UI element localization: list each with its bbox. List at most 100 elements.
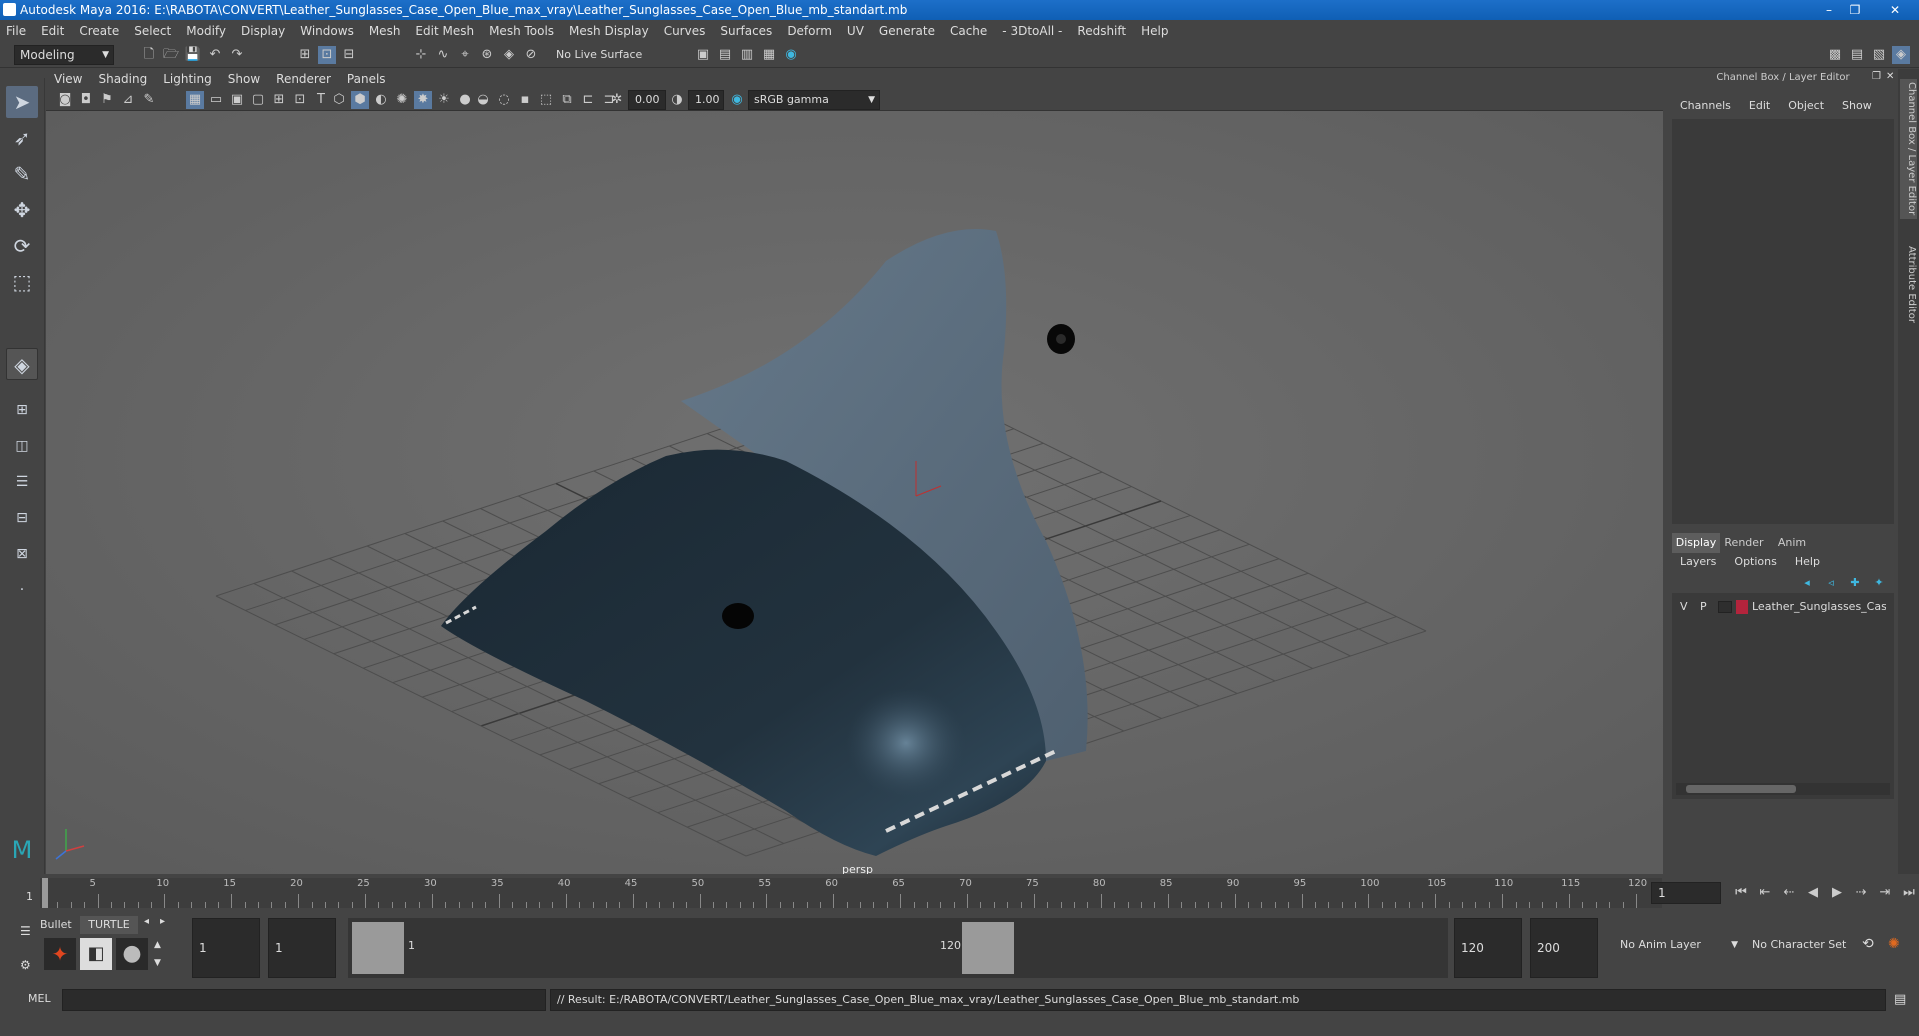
shelf-scroll-right-icon[interactable]: ▸: [160, 916, 165, 927]
shelf-down-icon[interactable]: ▼: [154, 958, 161, 968]
menu-uv[interactable]: UV: [847, 24, 864, 38]
range-slider-track[interactable]: 1 120: [348, 918, 1448, 978]
playback-end-field[interactable]: 120: [1454, 918, 1522, 978]
side-tab-channel-box[interactable]: Channel Box / Layer Editor: [1900, 79, 1917, 219]
lasso-tool-icon[interactable]: ➶: [6, 122, 38, 154]
layer-color-swatch[interactable]: [1736, 600, 1748, 614]
current-frame-field[interactable]: 1: [1651, 882, 1721, 904]
shelf-settings-icon[interactable]: ⚙: [20, 958, 31, 972]
attribute-editor-toggle-icon[interactable]: ▤: [1848, 46, 1866, 64]
scale-tool-icon[interactable]: ⬚: [6, 266, 38, 298]
menu-display[interactable]: Display: [241, 24, 285, 38]
shelf-tab-turtle[interactable]: TURTLE: [80, 916, 138, 934]
layer-tab-display[interactable]: Display: [1672, 533, 1720, 553]
step-forward-frame-icon[interactable]: ⇢: [1852, 884, 1870, 902]
anim-layer-dropdown[interactable]: No Anim Layer ▼: [1620, 934, 1738, 956]
layer-visibility-toggle[interactable]: V: [1680, 597, 1688, 617]
modeling-toolkit-icon[interactable]: ▩: [1826, 46, 1844, 64]
snap-point-icon[interactable]: ⌖: [456, 46, 474, 64]
new-scene-icon[interactable]: 🗋: [140, 46, 158, 64]
paint-select-icon[interactable]: ✎: [6, 158, 38, 190]
menu-help[interactable]: Help: [1141, 24, 1168, 38]
minimize-icon[interactable]: –: [1818, 2, 1840, 18]
use-lights-icon[interactable]: ✸: [414, 91, 432, 109]
close-icon[interactable]: ✕: [1884, 2, 1906, 18]
layer-menu-help[interactable]: Help: [1795, 555, 1820, 568]
render-frame-icon[interactable]: ▤: [716, 46, 734, 64]
time-slider[interactable]: 1 5 10 15 20 25 30 35 40 45 50 55 60 65 70 75 80 85 90 95 1…: [0, 874, 1919, 912]
go-to-end-icon[interactable]: ⏭: [1900, 884, 1918, 902]
maximize-icon[interactable]: ❐: [1844, 2, 1866, 18]
textured-icon[interactable]: ✺: [393, 91, 411, 109]
turtle-surface-icon[interactable]: ●: [116, 938, 148, 970]
end-frame-field[interactable]: 200: [1530, 918, 1598, 978]
character-set-dropdown[interactable]: No Character Set: [1752, 934, 1862, 956]
menu-select[interactable]: Select: [134, 24, 171, 38]
color-management-icon[interactable]: ◉: [728, 91, 746, 109]
play-forward-icon[interactable]: ▶: [1828, 884, 1846, 902]
wireframe-icon[interactable]: ⬡: [330, 91, 348, 109]
layer-list-scrollbar[interactable]: [1676, 783, 1890, 795]
viewport-menu-show[interactable]: Show: [228, 72, 260, 86]
gamma-field[interactable]: 1.00: [688, 90, 724, 110]
layer-type-toggle[interactable]: [1718, 601, 1732, 613]
turtle-render-icon[interactable]: ✦: [44, 938, 76, 970]
two-view-layout-icon[interactable]: ◫: [6, 430, 38, 462]
safe-title-icon[interactable]: T: [312, 91, 330, 109]
channel-box-menu-edit[interactable]: Edit: [1749, 99, 1770, 112]
new-layer-icon[interactable]: ✚: [1846, 574, 1864, 592]
menu-deform[interactable]: Deform: [787, 24, 832, 38]
redo-icon[interactable]: ↷: [228, 46, 246, 64]
open-scene-icon[interactable]: 🗁: [162, 46, 180, 64]
command-language[interactable]: MEL: [28, 992, 51, 1005]
viewport-menu-lighting[interactable]: Lighting: [163, 72, 212, 86]
shade-options-icon[interactable]: ◐: [372, 91, 390, 109]
select-component-icon[interactable]: ⊟: [340, 46, 358, 64]
screen-space-ao-icon[interactable]: ●: [456, 91, 474, 109]
grease-pencil-icon[interactable]: ✎: [140, 91, 158, 109]
viewport-persp[interactable]: persp: [46, 111, 1663, 874]
exposure-field[interactable]: 0.00: [628, 90, 666, 110]
close-panel-icon[interactable]: ✕: [1886, 71, 1894, 82]
layer-playback-toggle[interactable]: P: [1700, 597, 1707, 617]
menu-generate[interactable]: Generate: [879, 24, 935, 38]
snap-curve-icon[interactable]: ∿: [434, 46, 452, 64]
select-hierarchy-icon[interactable]: ⊞: [296, 46, 314, 64]
image-plane-icon[interactable]: ⊿: [119, 91, 137, 109]
color-space-dropdown[interactable]: sRGB gamma ▼: [748, 90, 880, 110]
menu-3dtoall[interactable]: - 3DtoAll -: [1002, 24, 1062, 38]
shelf-menu-icon[interactable]: ☰: [20, 924, 31, 938]
move-layer-up-icon[interactable]: ◂: [1798, 574, 1816, 592]
channel-box-menu-channels[interactable]: Channels: [1680, 99, 1731, 112]
start-frame-field[interactable]: 1: [192, 918, 260, 978]
new-layer-selected-icon[interactable]: ✦: [1870, 574, 1888, 592]
move-layer-down-icon[interactable]: ◃: [1822, 574, 1840, 592]
gate-mask-icon[interactable]: ▢: [249, 91, 267, 109]
bookmark-icon[interactable]: ⚑: [98, 91, 116, 109]
tool-settings-icon[interactable]: ▧: [1870, 46, 1888, 64]
layer-menu-options[interactable]: Options: [1734, 555, 1776, 568]
viewport-menu-view[interactable]: View: [54, 72, 82, 86]
graph-layout-icon[interactable]: ⊟: [6, 502, 38, 534]
hypershade-layout-icon[interactable]: ⊠: [6, 538, 38, 570]
step-forward-key-icon[interactable]: ⇥: [1876, 884, 1894, 902]
motion-blur-icon[interactable]: ◒: [474, 91, 492, 109]
menu-file[interactable]: File: [6, 24, 26, 38]
exposure-icon[interactable]: ✲: [608, 91, 626, 109]
mode-selector[interactable]: Modeling ▼: [14, 45, 114, 65]
shelf-scroll-left-icon[interactable]: ◂: [144, 916, 149, 927]
menu-mesh-tools[interactable]: Mesh Tools: [489, 24, 554, 38]
layer-menu-layers[interactable]: Layers: [1680, 555, 1716, 568]
menu-create[interactable]: Create: [79, 24, 119, 38]
side-tab-attribute-editor[interactable]: Attribute Editor: [1900, 234, 1917, 334]
go-to-start-icon[interactable]: ⏮: [1732, 884, 1750, 902]
gamma-icon[interactable]: ◑: [668, 91, 686, 109]
safe-action-icon[interactable]: ⊡: [291, 91, 309, 109]
anti-alias-icon[interactable]: ◌: [495, 91, 513, 109]
rotate-tool-icon[interactable]: ⟳: [6, 230, 38, 262]
menu-edit[interactable]: Edit: [41, 24, 64, 38]
viewport-menu-shading[interactable]: Shading: [98, 72, 147, 86]
field-chart-icon[interactable]: ⊞: [270, 91, 288, 109]
menu-surfaces[interactable]: Surfaces: [720, 24, 772, 38]
camera-icon[interactable]: ◙: [56, 91, 74, 109]
